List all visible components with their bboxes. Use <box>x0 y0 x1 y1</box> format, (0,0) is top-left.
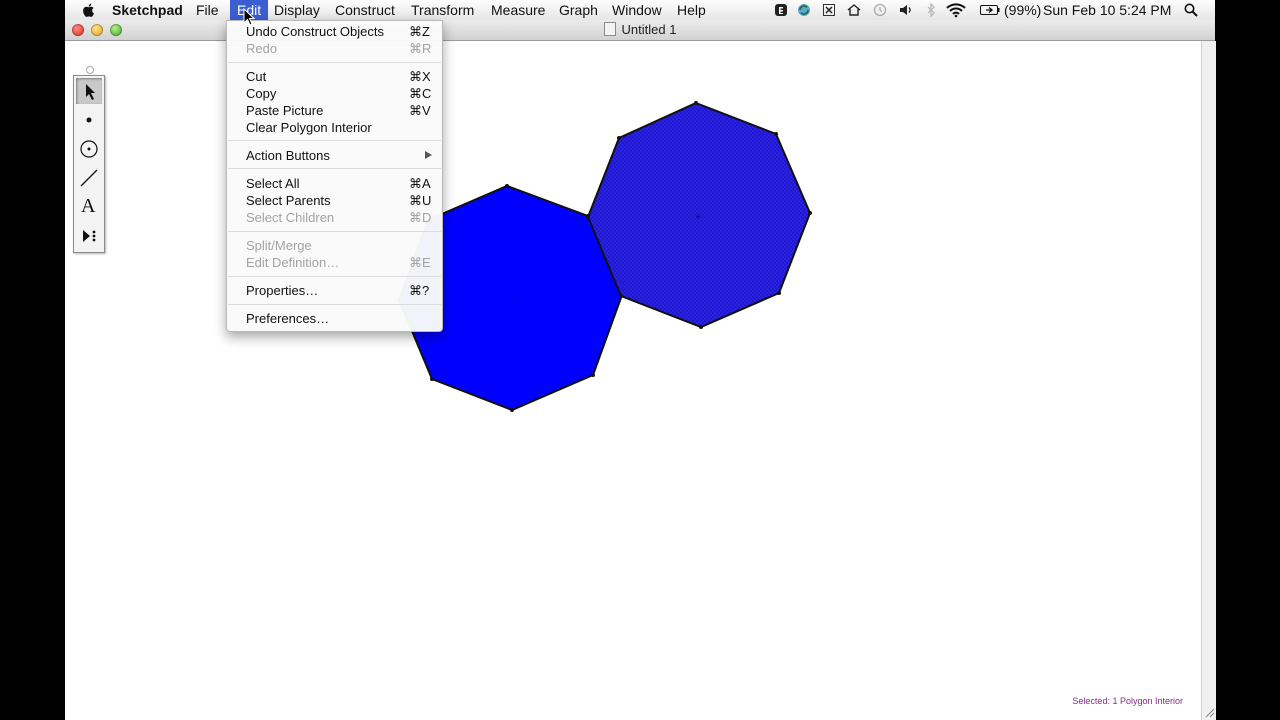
menu-item-paste-picture[interactable]: Paste Picture ⌘V <box>227 102 442 119</box>
menu-item-select-parents[interactable]: Select Parents ⌘U <box>227 192 442 209</box>
document-icon <box>603 22 616 36</box>
arrow-tool[interactable] <box>76 78 102 104</box>
evernote-icon[interactable] <box>773 2 789 18</box>
menu-file[interactable]: File <box>189 0 226 20</box>
submenu-arrow-icon <box>425 151 432 159</box>
menu-item-label: Paste Picture <box>246 103 324 118</box>
menu-item-label: Redo <box>246 41 278 56</box>
menu-item-label: Split/Merge <box>246 238 312 253</box>
custom-tool[interactable] <box>76 223 102 249</box>
menu-item-shortcut: ⌘Z <box>409 24 430 39</box>
menu-display[interactable]: Display <box>267 0 327 20</box>
sync-icon[interactable] <box>796 2 812 18</box>
menu-item-undo[interactable]: Undo Construct Objects ⌘Z <box>227 23 442 40</box>
menu-item-label: Select Parents <box>246 193 331 208</box>
battery-percent: (99%) <box>1004 2 1042 18</box>
menu-item-shortcut: ⌘? <box>409 283 430 298</box>
edit-menu-dropdown: Undo Construct Objects ⌘Z Redo ⌘R Cut ⌘X… <box>226 20 443 332</box>
menu-help[interactable]: Help <box>670 0 713 20</box>
menu-item-properties[interactable]: Properties… ⌘? <box>227 282 442 299</box>
clock[interactable]: Sun Feb 10 5:24 PM <box>1043 0 1171 20</box>
menu-item-label: Select Children <box>246 210 335 225</box>
arrow-icon <box>86 84 95 100</box>
menu-transform[interactable]: Transform <box>404 0 481 20</box>
menu-item-clear-polygon-interior[interactable]: Clear Polygon Interior <box>227 119 442 136</box>
straightedge-tool[interactable] <box>76 165 102 191</box>
menu-item-label: Select All <box>246 176 300 191</box>
x-box-icon[interactable] <box>821 2 837 18</box>
volume-icon[interactable] <box>898 2 914 18</box>
compass-icon <box>80 140 98 158</box>
menu-item-shortcut: ⌘D <box>409 210 432 225</box>
menu-construct[interactable]: Construct <box>328 0 402 20</box>
menu-window[interactable]: Window <box>605 0 669 20</box>
menu-item-action-buttons[interactable]: Action Buttons <box>227 147 442 164</box>
menu-separator <box>228 62 441 63</box>
spotlight-icon[interactable] <box>1183 2 1199 18</box>
menu-item-shortcut: ⌘U <box>409 193 432 208</box>
menu-item-label: Copy <box>246 86 277 101</box>
menu-item-label: Cut <box>246 69 267 84</box>
menu-measure[interactable]: Measure <box>484 0 552 20</box>
svg-text:+: + <box>509 296 515 304</box>
menu-separator <box>228 168 441 169</box>
menu-item-shortcut: ⌘A <box>409 176 431 191</box>
menu-item-label: Clear Polygon Interior <box>246 120 372 135</box>
menu-separator <box>228 231 441 232</box>
menu-item-shortcut: ⌘E <box>409 255 431 270</box>
point-icon <box>86 117 92 123</box>
point-tool[interactable] <box>76 107 102 133</box>
menu-item-select-children: Select Children ⌘D <box>227 209 442 226</box>
menu-graph[interactable]: Graph <box>552 0 605 20</box>
menu-item-copy[interactable]: Copy ⌘C <box>227 85 442 102</box>
apple-menu-icon[interactable] <box>81 2 97 18</box>
compass-tool[interactable] <box>76 136 102 162</box>
menu-item-select-all[interactable]: Select All ⌘A <box>227 175 442 192</box>
battery-icon[interactable] <box>979 2 1001 18</box>
toolbox: A <box>73 66 105 253</box>
menu-item-cut[interactable]: Cut ⌘X <box>227 68 442 85</box>
straightedge-icon <box>80 169 98 187</box>
menu-item-shortcut: ⌘C <box>409 86 432 101</box>
text-tool[interactable]: A <box>76 194 102 220</box>
time-machine-icon[interactable] <box>872 2 888 18</box>
menu-item-shortcut: ⌘R <box>409 41 432 56</box>
selection-status: Selected: 1 Polygon Interior <box>1072 696 1183 706</box>
toolbox-grip[interactable] <box>86 66 94 74</box>
menu-item-split-merge: Split/Merge <box>227 237 442 254</box>
bluetooth-icon[interactable] <box>923 2 939 18</box>
svg-text:+: + <box>695 213 701 221</box>
menu-item-edit-definition: Edit Definition… ⌘E <box>227 254 442 271</box>
home-icon[interactable] <box>846 2 862 18</box>
menu-item-preferences[interactable]: Preferences… <box>227 310 442 327</box>
menu-item-label: Edit Definition… <box>246 255 340 270</box>
menu-bar: Sketchpad File Edit Display Construct Tr… <box>65 0 1215 21</box>
menu-item-label: Action Buttons <box>246 148 330 163</box>
mouse-cursor-icon <box>243 8 255 26</box>
resize-grip-icon[interactable] <box>1203 706 1215 718</box>
app-menu-sketchpad[interactable]: Sketchpad <box>105 0 190 20</box>
menu-separator <box>228 140 441 141</box>
vertical-scrollbar[interactable] <box>1201 41 1216 720</box>
wifi-icon[interactable] <box>945 2 967 18</box>
custom-tool-icon <box>83 230 96 242</box>
menu-item-label: Properties… <box>246 283 319 298</box>
menu-item-redo: Redo ⌘R <box>227 40 442 57</box>
menu-separator <box>228 304 441 305</box>
menu-item-shortcut: ⌘X <box>409 69 431 84</box>
menu-item-label: Undo Construct Objects <box>246 24 385 39</box>
window-title-text: Untitled 1 <box>621 22 677 37</box>
menu-separator <box>228 276 441 277</box>
menu-item-shortcut: ⌘V <box>409 103 431 118</box>
text-icon: A <box>81 195 96 217</box>
menu-item-label: Preferences… <box>246 311 330 326</box>
